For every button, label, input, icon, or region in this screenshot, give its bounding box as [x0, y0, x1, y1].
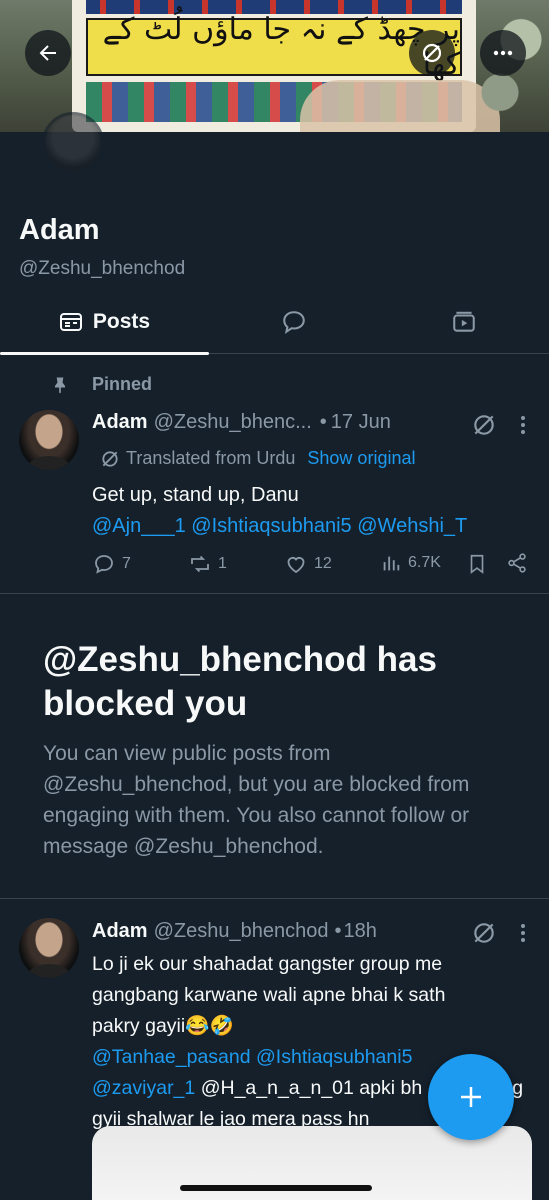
- tab-posts[interactable]: Posts: [0, 290, 209, 355]
- tab-replies[interactable]: [209, 290, 379, 354]
- share-button[interactable]: [506, 552, 528, 574]
- posts-icon: [59, 313, 82, 331]
- mention-inline[interactable]: @H_a_n_a_n_01: [201, 1077, 354, 1099]
- profile-tabs: Posts: [0, 290, 549, 355]
- translate-icon: [102, 450, 118, 467]
- post-avatar[interactable]: [19, 410, 79, 470]
- mention-link[interactable]: @Ishtiaqsubhani5: [256, 1046, 412, 1068]
- profile-handle: @Zeshu_bhenchod: [19, 258, 186, 279]
- pinned-post-right-icons: [471, 412, 527, 438]
- profile-screen: پر چھڈ کے نہ جا ماؤں لُٹ کے کھا Adam @Ze…: [0, 0, 549, 1200]
- compose-post-button[interactable]: [428, 1054, 514, 1140]
- translation-note: Translated from Urdu Show original: [100, 448, 415, 469]
- pinned-post-body: Get up, stand up, Danu: [92, 484, 299, 506]
- share-icon: [508, 553, 526, 573]
- views-count: 6.7K: [408, 554, 441, 571]
- views-icon: [383, 556, 400, 571]
- pin-icon: [55, 377, 65, 393]
- like-count: 12: [314, 555, 332, 572]
- post-time[interactable]: 18h: [343, 920, 376, 943]
- home-indicator[interactable]: [180, 1185, 372, 1191]
- more-vertical-icon[interactable]: [519, 413, 527, 437]
- back-button[interactable]: [25, 30, 71, 76]
- post-author-handle[interactable]: @Zeshu_bhenchod: [154, 920, 329, 943]
- translate-icon[interactable]: [471, 412, 497, 438]
- post-time[interactable]: 17 Jun: [331, 411, 391, 434]
- tab-posts-label: Posts: [92, 310, 151, 333]
- views-button[interactable]: 6.7K: [380, 552, 441, 574]
- profile-name: Adam: [19, 214, 100, 246]
- heart-icon: [287, 557, 305, 574]
- pinned-indicator: Pinned: [50, 374, 152, 395]
- post-author-handle[interactable]: @Zeshu_bhenc...: [154, 411, 312, 434]
- tab-media[interactable]: [379, 290, 549, 354]
- more-horizontal-icon: [493, 50, 513, 56]
- post-author-name[interactable]: Adam: [92, 920, 148, 943]
- replies-icon: [283, 311, 305, 335]
- plus-icon: [461, 1087, 481, 1107]
- post-separator: •: [334, 920, 342, 942]
- mention-link[interactable]: @Ishtiaqsubhani5: [191, 515, 351, 537]
- divider: [0, 898, 549, 899]
- translate-icon: [422, 43, 442, 63]
- mention-link[interactable]: @zaviyar_1: [92, 1077, 195, 1099]
- mention-link[interactable]: @Wehshi_T: [357, 515, 467, 537]
- pinned-post-text: Get up, stand up, Danu @Ajn___1 @Ishtiaq…: [92, 480, 532, 542]
- show-original-link[interactable]: Show original: [307, 448, 415, 469]
- mention-link[interactable]: @Ajn___1: [92, 515, 186, 537]
- like-button[interactable]: 12: [284, 552, 332, 576]
- mention-link[interactable]: @Tanhae_pasand: [92, 1046, 251, 1068]
- repost-button[interactable]: 1: [188, 552, 227, 576]
- reply-count: 7: [122, 555, 131, 572]
- blocked-description: You can view public posts from @Zeshu_bh…: [43, 742, 470, 858]
- post-separator: •: [319, 411, 327, 433]
- reply-button[interactable]: 7: [92, 552, 131, 576]
- reply-icon: [95, 555, 113, 574]
- media-icon: [453, 311, 475, 332]
- repost-icon: [191, 555, 209, 573]
- second-post-right-icons: [471, 920, 527, 946]
- translate-icon[interactable]: [471, 920, 497, 946]
- bookmark-button[interactable]: [466, 552, 488, 576]
- banner-urdu-text: پر چھڈ کے نہ جا ماؤں لُٹ کے کھا: [86, 12, 462, 82]
- repost-count: 1: [218, 555, 227, 572]
- tab-selected-indicator: [0, 352, 209, 355]
- pinned-post-header: Adam @Zeshu_bhenc... • 17 Jun: [92, 411, 391, 434]
- translate-toggle-button[interactable]: [409, 30, 455, 76]
- profile-banner[interactable]: پر چھڈ کے نہ جا ماؤں لُٹ کے کھا: [0, 0, 549, 132]
- more-vertical-icon[interactable]: [519, 921, 527, 945]
- pinned-post-actions: 7 1 12 6.7K: [92, 552, 532, 576]
- second-post-header: Adam @Zeshu_bhenchod • 18h: [92, 920, 377, 943]
- more-options-button[interactable]: [480, 30, 526, 76]
- pinned-label: Pinned: [92, 374, 153, 394]
- profile-avatar[interactable]: [42, 112, 104, 174]
- divider: [0, 593, 549, 594]
- bookmark-icon: [470, 554, 484, 574]
- blocked-title: @Zeshu_bhenchod has blocked you: [43, 640, 437, 723]
- translated-from-label: Translated from Urdu: [126, 448, 296, 468]
- post-avatar[interactable]: [19, 918, 79, 978]
- back-arrow-icon: [39, 45, 56, 61]
- post-author-name[interactable]: Adam: [92, 411, 148, 434]
